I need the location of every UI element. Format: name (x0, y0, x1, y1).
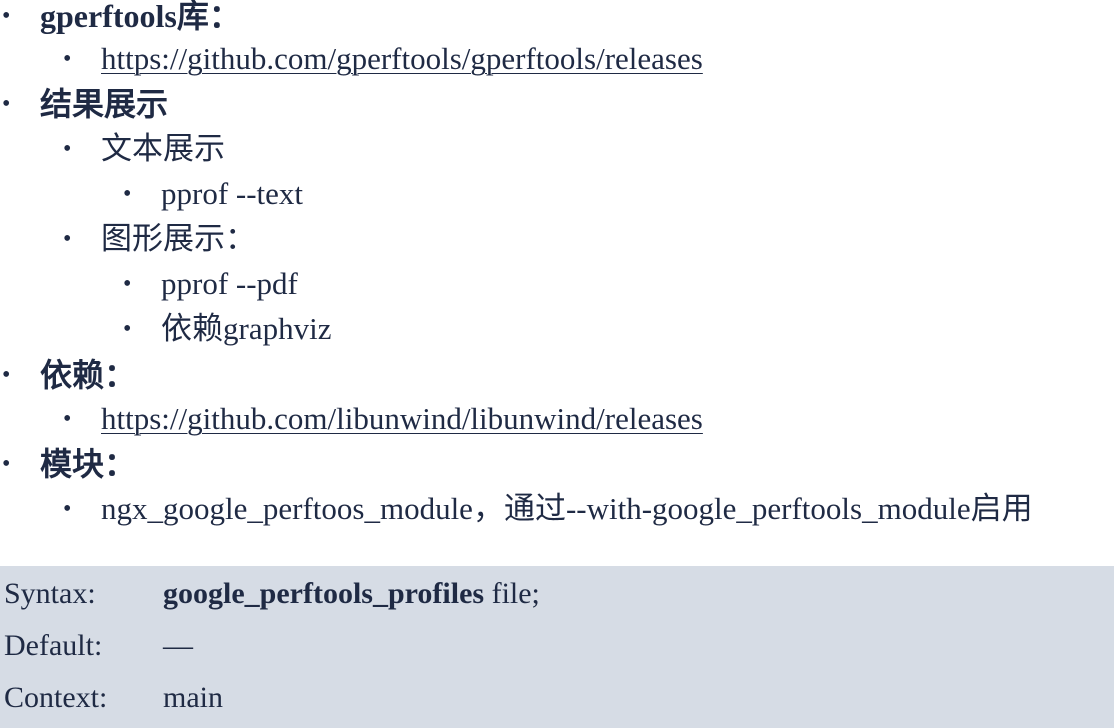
gperftools-releases-link[interactable]: https://github.com/gperftools/gperftools… (101, 37, 703, 81)
bullet-icon: • (123, 181, 132, 207)
bullet-icon: • (2, 362, 11, 388)
default-value: — (163, 629, 193, 662)
heading-gperftools: gperftools库： (40, 0, 241, 34)
directive-box: Syntax: google_perftools_profiles file; … (0, 566, 1114, 728)
bullet-icon: • (123, 316, 132, 342)
heading-depends: 依赖： (40, 357, 137, 393)
bullet-icon: • (63, 406, 72, 432)
bullet-icon: • (2, 3, 11, 29)
graphviz-dep: 依赖graphviz (161, 311, 332, 346)
bullet-icon: • (2, 451, 11, 477)
text-cmd: pprof --text (161, 176, 304, 211)
bullet-icon: • (63, 226, 72, 252)
module-desc: ngx_google_perftoos_module，通过--with-goog… (101, 491, 1033, 526)
heading-result: 结果展示 (40, 86, 169, 122)
bullet-icon: • (63, 136, 72, 162)
syntax-label: Syntax: (4, 577, 96, 610)
libunwind-releases-link[interactable]: https://github.com/libunwind/libunwind/r… (101, 397, 703, 441)
pdf-cmd: pprof --pdf (161, 266, 298, 301)
bullet-icon: • (63, 496, 72, 522)
context-value: main (163, 681, 223, 714)
text-view-label: 文本展示 (101, 131, 225, 166)
bullet-icon: • (123, 271, 132, 297)
syntax-value: google_perftools_profiles file; (163, 568, 540, 620)
bullet-icon: • (2, 91, 11, 117)
default-label: Default: (4, 629, 103, 662)
context-label: Context: (4, 681, 108, 714)
graph-view-label: 图形展示： (101, 221, 256, 256)
heading-module: 模块： (40, 446, 137, 482)
bullet-icon: • (63, 46, 72, 72)
syntax-arg: file; (484, 577, 540, 610)
syntax-directive-name: google_perftools_profiles (163, 577, 485, 610)
